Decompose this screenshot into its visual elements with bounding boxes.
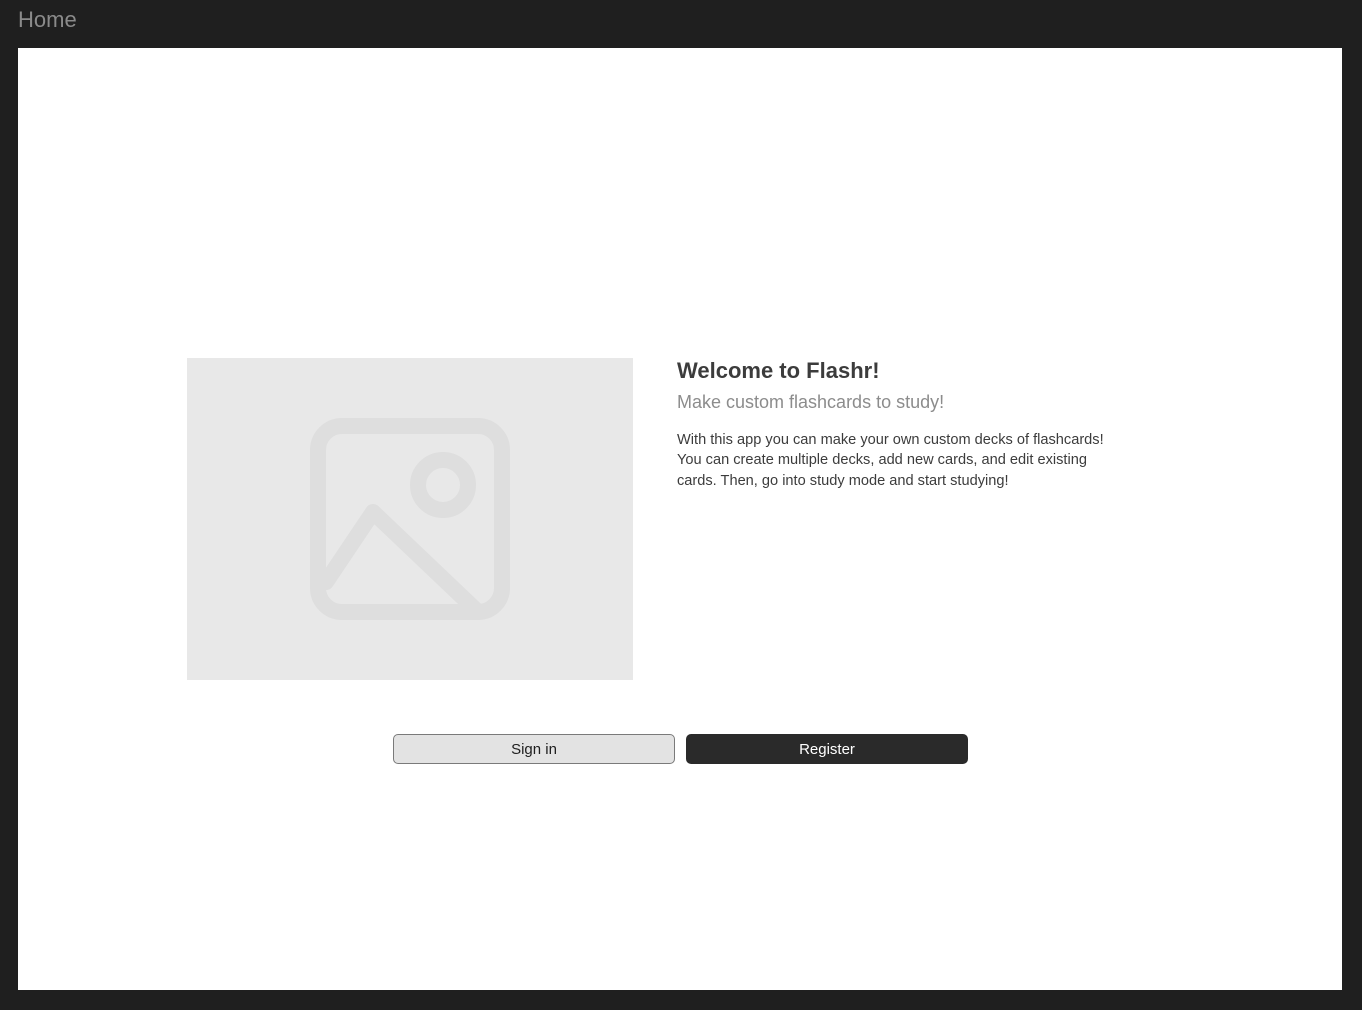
frame-title: Home	[18, 7, 77, 32]
sign-in-button[interactable]: Sign in	[393, 734, 675, 764]
image-placeholder-icon	[310, 418, 510, 620]
page-description: With this app you can make your own cust…	[677, 432, 1104, 489]
home-page: Welcome to Flashr! Make custom flashcard…	[18, 48, 1342, 990]
page-title: Welcome to Flashr!	[677, 358, 880, 383]
register-button[interactable]: Register	[686, 734, 968, 764]
page-subtitle: Make custom flashcards to study!	[677, 392, 945, 412]
hero-text: Welcome to Flashr! Make custom flashcard…	[677, 356, 1127, 491]
hero-image	[187, 358, 633, 680]
